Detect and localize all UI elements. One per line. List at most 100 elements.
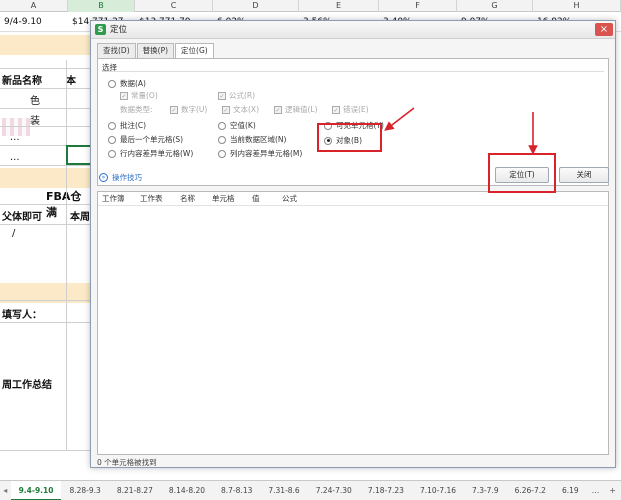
option-data[interactable]: 数据(A) [108, 78, 146, 89]
tab-find[interactable]: 查找(D) [97, 43, 136, 58]
option-label: 公式(R) [229, 91, 256, 100]
option-numbers[interactable]: ✓ 数字(U) [170, 104, 207, 115]
results-column-header[interactable]: 工作表 [136, 192, 176, 205]
grid-line [0, 300, 92, 301]
dialog-titlebar[interactable]: S 定位 × [91, 21, 615, 39]
sheet-tab[interactable]: 7.18-7.23 [360, 481, 412, 500]
grid-line [0, 88, 92, 89]
results-column-header[interactable]: 值 [248, 192, 278, 205]
radio-icon[interactable] [218, 121, 226, 130]
sheet-tab[interactable]: 6.19 [554, 481, 587, 500]
column-header-d[interactable]: D [213, 0, 299, 12]
option-current-region[interactable]: 当前数据区域(N) [218, 134, 286, 145]
left-cells: 新品名称 本 色 装 ... ... FBA仓满 父体即可 本周 / 填写人： … [0, 32, 92, 452]
annotation-box-objects [317, 123, 382, 152]
radio-icon[interactable] [108, 149, 116, 158]
color-cell[interactable]: 色 [30, 92, 70, 107]
option-errors[interactable]: ✓ 错误(E) [332, 104, 369, 115]
option-comments[interactable]: 批注(C) [108, 120, 146, 131]
checkbox-icon[interactable]: ✓ [170, 105, 178, 114]
close-button[interactable]: 关闭 [559, 167, 609, 183]
option-label: 空值(K) [230, 121, 256, 130]
option-label: 数据(A) [120, 79, 146, 88]
sheet-tab[interactable]: 7.10-7.16 [412, 481, 464, 500]
parent-header[interactable]: 父体即可 [2, 208, 62, 223]
tab-replace[interactable]: 替换(P) [136, 43, 175, 58]
radio-icon[interactable] [108, 135, 116, 144]
column-headers: A B C D E F G H [0, 0, 621, 12]
column-header-h[interactable]: H [533, 0, 621, 12]
sheet-tab-active[interactable]: 9.4-9.10 [10, 480, 62, 500]
column-header-e[interactable]: E [299, 0, 379, 12]
ellipsis-cell[interactable]: ... [10, 152, 50, 163]
checkbox-icon[interactable]: ✓ [274, 105, 282, 114]
results-column-header[interactable]: 公式 [278, 192, 318, 205]
grid-line [0, 126, 92, 127]
annotation-box-goto [488, 153, 556, 193]
expand-circle-icon[interactable]: » [99, 173, 108, 182]
col-b-header[interactable]: 本 [66, 72, 92, 87]
option-row-differences[interactable]: 行内容差异单元格(W) [108, 148, 193, 159]
col-b-header-2[interactable]: 本周 [70, 208, 92, 223]
option-text[interactable]: ✓ 文本(X) [222, 104, 259, 115]
results-column-header[interactable]: 工作簿 [98, 192, 136, 205]
results-list[interactable]: 工作簿 工作表 名称 单元格 值 公式 [97, 191, 609, 455]
checkbox-icon[interactable]: ✓ [120, 91, 128, 100]
results-column-header[interactable]: 名称 [176, 192, 208, 205]
checkbox-icon[interactable]: ✓ [332, 105, 340, 114]
grid-line [0, 108, 92, 109]
status-text: 0 个单元格被找到 [97, 458, 157, 467]
option-logical[interactable]: ✓ 逻辑值(L) [274, 104, 318, 115]
option-label: 最后一个单元格(S) [120, 135, 184, 144]
radio-icon[interactable] [108, 121, 116, 130]
option-label: 行内容差异单元格(W) [120, 149, 194, 158]
goto-dialog: S 定位 × 查找(D) 替换(P) 定位(G) 选择 数据(A) ✓ 常量(O… [90, 20, 616, 468]
sheet-tab[interactable]: 8.14-8.20 [161, 481, 213, 500]
results-column-header[interactable]: 单元格 [208, 192, 248, 205]
slash-cell[interactable]: / [12, 228, 32, 239]
column-header-a[interactable]: A [0, 0, 68, 12]
radio-icon[interactable] [218, 135, 226, 144]
sheet-tab[interactable]: 6.26-7.2 [507, 481, 554, 500]
option-blanks[interactable]: 空值(K) [218, 120, 256, 131]
selected-cell[interactable] [66, 145, 92, 165]
summary-label[interactable]: 周工作总结 [2, 376, 62, 391]
sheet-tabs-bar: ◂ 9.4-9.10 8.28-9.3 8.21-8.27 8.14-8.20 … [0, 480, 621, 500]
sheet-tab[interactable]: 8.7-8.13 [213, 481, 260, 500]
radio-icon[interactable] [218, 149, 226, 158]
tabs-more-button[interactable]: ... [587, 486, 605, 495]
checkbox-icon[interactable]: ✓ [222, 105, 230, 114]
grid-line [0, 68, 92, 69]
column-header-b[interactable]: B [68, 0, 135, 12]
close-icon[interactable]: × [595, 23, 613, 36]
option-label: 文本(X) [233, 105, 259, 114]
sheet-tab[interactable]: 7.3-7.9 [464, 481, 507, 500]
option-label: 常量(O) [131, 91, 158, 100]
package-cell[interactable]: 装 [30, 112, 70, 127]
column-header-f[interactable]: F [379, 0, 457, 12]
sheet-tab[interactable]: 8.28-9.3 [61, 481, 108, 500]
tips-link[interactable]: » 操作技巧 [99, 172, 142, 183]
grid-line [0, 224, 92, 225]
app-icon: S [95, 24, 106, 35]
filler-label[interactable]: 填写人： [2, 306, 62, 321]
add-sheet-button[interactable]: + [604, 486, 621, 495]
sheet-tab[interactable]: 7.24-7.30 [308, 481, 360, 500]
option-constants[interactable]: ✓ 常量(O) [120, 90, 158, 101]
cell-a1[interactable]: 9/4-9.10 [0, 12, 68, 31]
option-last-cell[interactable]: 最后一个单元格(S) [108, 134, 183, 145]
checkbox-icon[interactable]: ✓ [218, 91, 226, 100]
sheet-tab[interactable]: 8.21-8.27 [109, 481, 161, 500]
results-header: 工作簿 工作表 名称 单元格 值 公式 [98, 192, 608, 206]
radio-icon[interactable] [108, 79, 116, 88]
tab-goto[interactable]: 定位(G) [175, 43, 214, 59]
dialog-tabs: 查找(D) 替换(P) 定位(G) [97, 43, 215, 59]
data-type-label: 数据类型: [120, 104, 153, 115]
column-header-c[interactable]: C [135, 0, 213, 12]
tabs-nav-icon[interactable]: ◂ [0, 486, 11, 495]
sheet-tab[interactable]: 7.31-8.6 [260, 481, 307, 500]
option-formulas[interactable]: ✓ 公式(R) [218, 90, 255, 101]
option-column-differences[interactable]: 列内容差异单元格(M) [218, 148, 302, 159]
column-header-g[interactable]: G [457, 0, 533, 12]
ellipsis-cell[interactable]: ... [10, 132, 50, 143]
